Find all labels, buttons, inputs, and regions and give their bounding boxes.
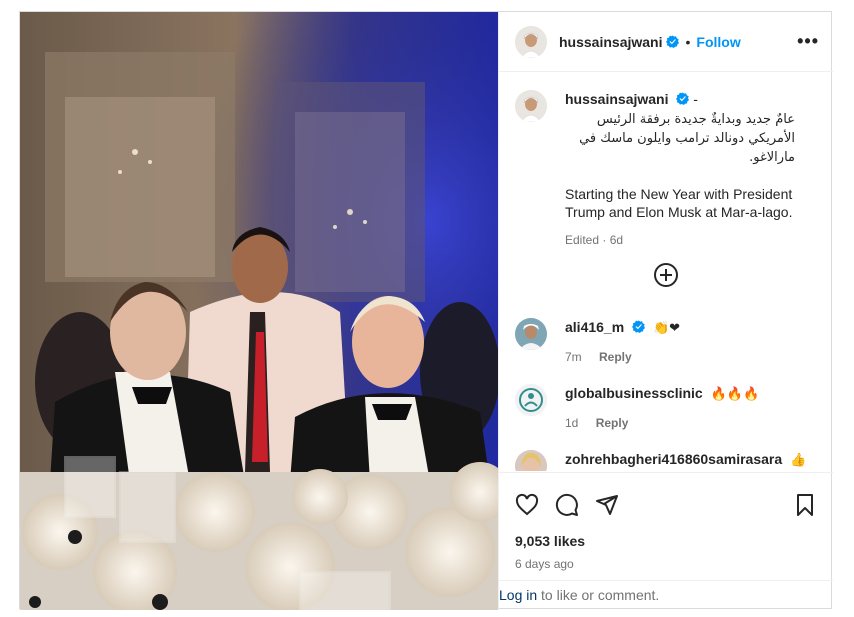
caption: hussainsajwani - عامٌ جديد وبدايةٌ جديدة…: [515, 90, 819, 249]
post-age[interactable]: 6 days ago: [499, 549, 833, 571]
action-bar: [499, 473, 833, 521]
reply-button[interactable]: Reply: [596, 416, 629, 430]
comment-body: zohrehbagheri416860samirasara 👍👍: [565, 450, 819, 471]
heart-icon[interactable]: [515, 493, 539, 517]
comment-username[interactable]: ali416_m: [565, 319, 624, 335]
caption-arabic-text: عامٌ جديد وبدايةٌ جديدة برفقة الرئيس الأ…: [579, 112, 795, 165]
verified-icon: [666, 35, 680, 48]
comment-item: globalbusinessclinic 🔥🔥🔥 1d Reply: [515, 384, 819, 432]
header-separator: •: [685, 33, 691, 50]
caption-body: hussainsajwani - عامٌ جديد وبدايةٌ جديدة…: [565, 90, 805, 249]
comment-item: ali416_m 👏❤ 7m Reply: [515, 318, 819, 366]
post-side-panel: hussainsajwani • Follow ••• hussainsajwa…: [498, 12, 833, 610]
verified-icon: [676, 92, 690, 105]
comment-text: 🔥🔥🔥: [710, 387, 760, 402]
follow-button[interactable]: Follow: [696, 34, 740, 50]
author-avatar[interactable]: [515, 25, 547, 58]
comment-item: zohrehbagheri416860samirasara 👍👍: [515, 450, 819, 471]
commenter-avatar[interactable]: [515, 450, 547, 471]
comment-age: 1d: [565, 416, 579, 430]
caption-avatar[interactable]: [515, 90, 547, 122]
caption-english-text: Starting the New Year with President Tru…: [565, 186, 793, 220]
comment-body: globalbusinessclinic 🔥🔥🔥 1d Reply: [565, 384, 759, 432]
post-header: hussainsajwani • Follow •••: [499, 12, 833, 72]
comment-icon[interactable]: [555, 493, 579, 517]
post-actions: 9,053 likes 6 days ago Log in to like or…: [499, 472, 833, 610]
comment-username[interactable]: zohrehbagheri416860samirasara: [565, 451, 782, 467]
comment-username[interactable]: globalbusinessclinic: [565, 385, 703, 401]
instagram-post: hussainsajwani • Follow ••• hussainsajwa…: [19, 11, 833, 610]
author-username[interactable]: hussainsajwani: [559, 34, 662, 50]
caption-username[interactable]: hussainsajwani: [565, 91, 668, 107]
commenter-avatar[interactable]: [515, 318, 547, 350]
comment-text: 👏❤: [652, 321, 681, 336]
login-prompt: Log in to like or comment.: [499, 580, 833, 610]
caption-meta: Edited · 6d: [565, 233, 624, 247]
verified-icon: [632, 320, 646, 333]
post-photo[interactable]: [20, 12, 498, 610]
login-link[interactable]: Log in: [499, 587, 537, 603]
reply-button[interactable]: Reply: [599, 350, 632, 364]
comment-body: ali416_m 👏❤ 7m Reply: [565, 318, 680, 366]
login-prompt-text: to like or comment.: [537, 587, 660, 603]
bookmark-icon[interactable]: [793, 493, 817, 517]
comment-age: 7m: [565, 350, 582, 364]
plus-circle-icon[interactable]: [654, 263, 678, 287]
comments-list[interactable]: hussainsajwani - عامٌ جديد وبدايةٌ جديدة…: [499, 73, 833, 471]
likes-count[interactable]: 9,053 likes: [499, 521, 833, 549]
commenter-avatar[interactable]: [515, 384, 547, 416]
caption-dash: -: [693, 91, 698, 107]
share-icon[interactable]: [595, 493, 619, 517]
more-icon[interactable]: •••: [797, 31, 819, 52]
